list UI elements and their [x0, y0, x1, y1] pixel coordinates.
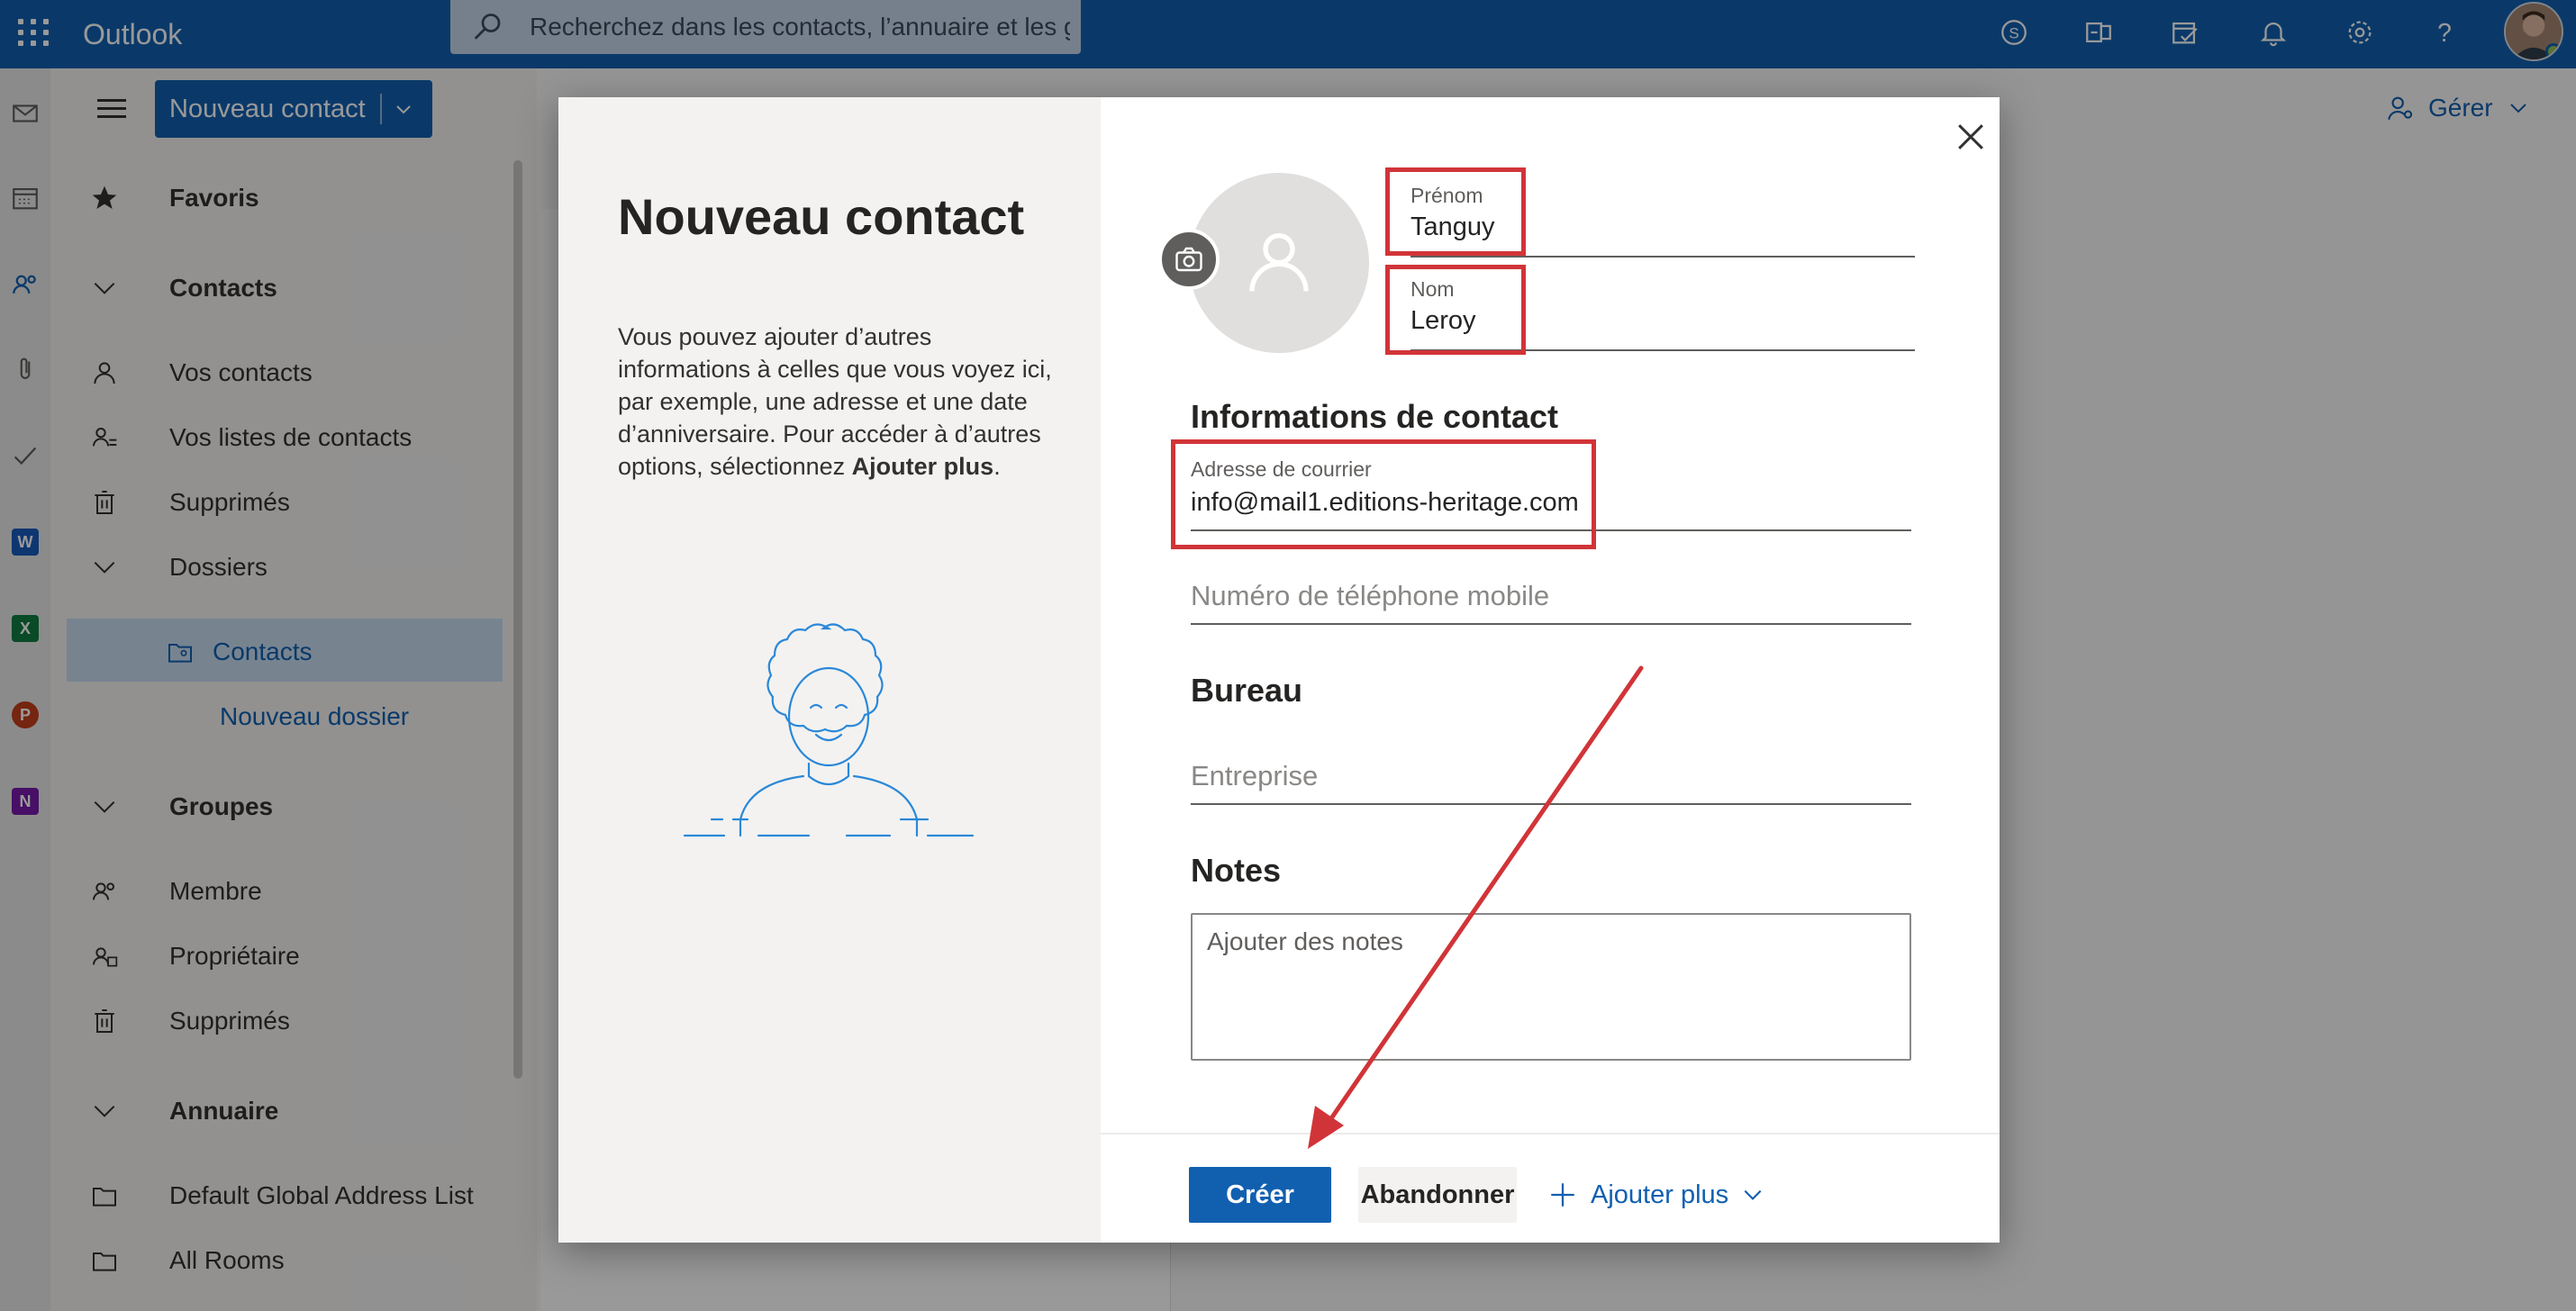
first-name-underline — [1410, 256, 1915, 258]
mobile-phone-field[interactable]: Numéro de téléphone mobile — [1191, 580, 1549, 612]
annotation-box-first-name — [1385, 167, 1526, 256]
contact-info-heading: Informations de contact — [1191, 398, 1559, 435]
annotation-box-last-name — [1385, 265, 1526, 355]
new-contact-dialog: Nouveau contact Vous pouvez ajouter d’au… — [558, 97, 2000, 1243]
dialog-footer-divider — [1101, 1133, 2000, 1135]
notes-box — [1191, 913, 1911, 1061]
add-photo-button[interactable] — [1158, 229, 1220, 290]
discard-button[interactable]: Abandonner — [1358, 1167, 1517, 1223]
company-underline — [1191, 803, 1911, 805]
dialog-description-end: . — [993, 453, 1001, 480]
camera-icon — [1175, 247, 1202, 272]
person-icon — [1249, 233, 1309, 292]
mobile-phone-underline — [1191, 623, 1911, 625]
close-icon[interactable] — [1951, 117, 1991, 157]
chevron-down-icon — [1744, 1189, 1762, 1200]
company-field[interactable]: Entreprise — [1191, 760, 1318, 792]
dialog-title: Nouveau contact — [618, 188, 1025, 245]
office-heading: Bureau — [1191, 672, 1303, 709]
add-more-label: Ajouter plus — [1591, 1180, 1729, 1209]
add-more-button[interactable]: Ajouter plus — [1547, 1167, 1764, 1223]
dialog-info-panel: Nouveau contact Vous pouvez ajouter d’au… — [558, 97, 1101, 1243]
contact-illustration — [683, 623, 975, 837]
annotation-box-email — [1171, 439, 1596, 549]
plus-icon — [1551, 1183, 1574, 1207]
notes-heading: Notes — [1191, 852, 1282, 889]
dialog-description-bold: Ajouter plus — [851, 453, 994, 480]
notes-input[interactable] — [1193, 915, 1909, 1059]
dialog-description: Vous pouvez ajouter d’autres information… — [618, 321, 1068, 483]
create-button[interactable]: Créer — [1189, 1167, 1331, 1223]
